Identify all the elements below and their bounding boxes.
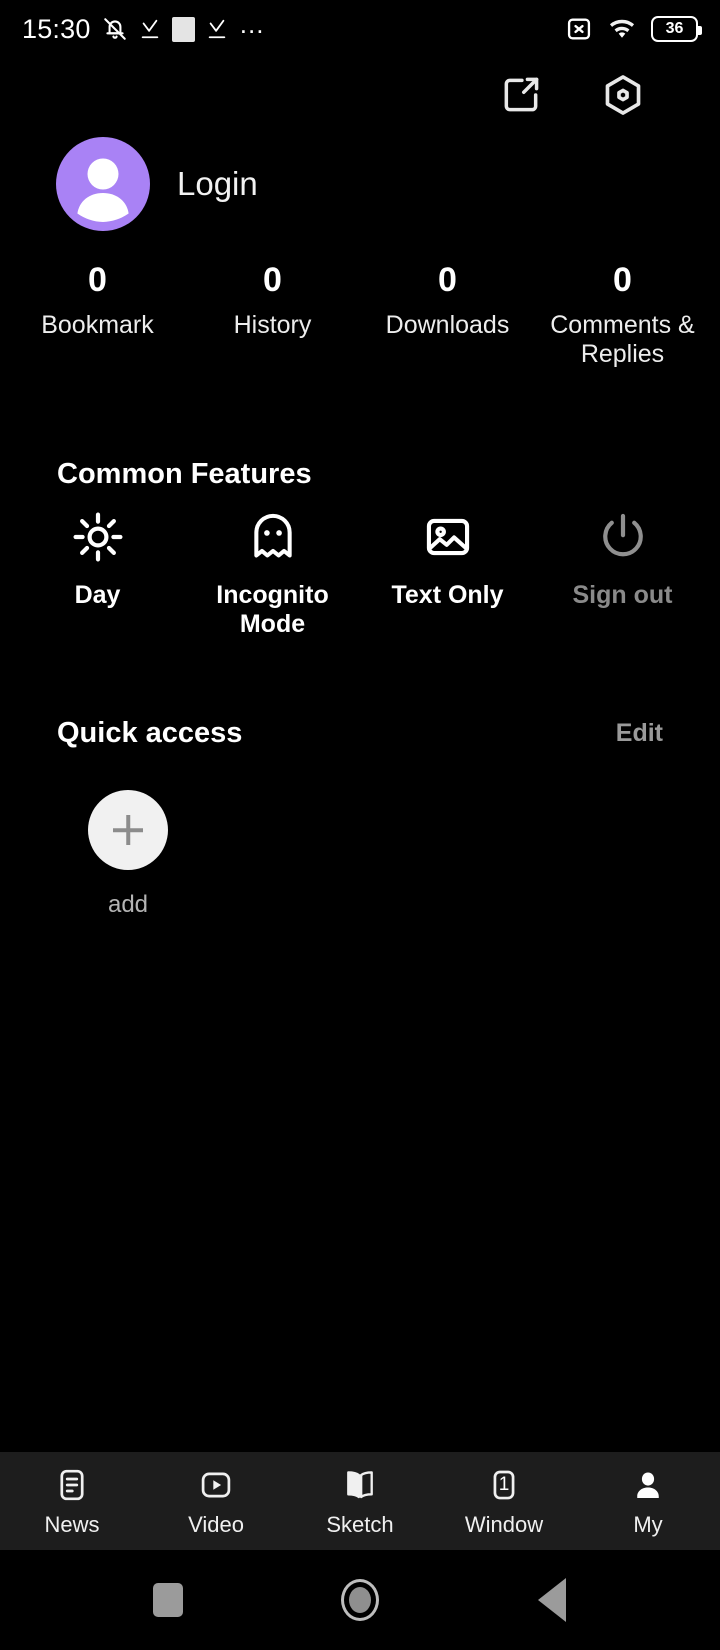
common-features-title: Common Features [57,458,312,490]
avatar[interactable] [56,137,150,231]
stat-item-comments-replies[interactable]: 0 Comments & Replies [535,262,710,369]
browser-profile-screen: 15:30 … 36 Login 0 Bookmark 0 History 0 … [0,0,720,1650]
feature-label: Text Only [391,581,504,609]
login-label[interactable]: Login [177,165,258,203]
quick-access-grid: add [57,790,663,919]
person-filled-icon [631,1465,665,1505]
stat-label: History [233,310,312,339]
battery-icon: 36 [651,16,702,42]
plus-icon [113,815,143,845]
recents-square-icon[interactable] [132,1570,204,1630]
stat-count: 0 [438,261,457,299]
download-check-icon [139,18,161,40]
person-icon [77,158,129,222]
nav-item-my[interactable]: My [576,1465,720,1538]
open-book-icon [341,1465,379,1505]
feature-label: Sign out [572,581,673,609]
nav-label: Video [188,1511,244,1537]
wifi-icon [607,16,637,42]
news-document-icon [54,1465,90,1505]
nav-item-window[interactable]: 1 Window [432,1465,576,1538]
stat-label: Bookmark [41,310,154,339]
common-features-row: Day Incognito Mode Text Only Sign out [0,505,720,638]
bell-muted-icon [102,16,128,42]
nav-item-news[interactable]: News [0,1465,144,1538]
image-icon [422,505,474,569]
stat-item-downloads[interactable]: 0 Downloads [360,262,535,369]
stat-count: 0 [263,261,282,299]
nav-item-video[interactable]: Video [144,1465,288,1538]
status-bar: 15:30 … 36 [0,0,720,58]
stat-label: Comments & Replies [550,310,695,368]
back-triangle-icon[interactable] [516,1570,588,1630]
status-bar-clock: 15:30 [22,13,91,44]
top-action-bar [0,60,720,130]
stat-label: Downloads [385,310,510,339]
feature-item-text-only[interactable]: Text Only [360,505,535,638]
account-row[interactable]: Login [56,137,258,231]
window-count-icon: 1 [487,1465,521,1505]
feature-item-day[interactable]: Day [10,505,185,638]
download-check-icon [206,18,228,40]
add-button[interactable] [88,790,168,870]
white-square-icon [171,16,195,42]
bottom-navigation-bar: News Video Sketch 1 Window My [0,1452,720,1550]
overflow-dots-icon: … [238,9,267,39]
video-play-icon [198,1465,234,1505]
sun-icon [70,505,126,569]
window-count-badge: 1 [498,1473,510,1495]
home-circle-icon[interactable] [324,1570,396,1630]
quick-access-item-label: add [107,891,149,918]
quick-access-title: Quick access [57,717,243,749]
feature-label: Day [74,581,121,609]
quick-access-edit-button[interactable]: Edit [616,719,663,748]
battery-level: 36 [665,20,684,37]
settings-hexagon-icon[interactable] [598,70,648,120]
nav-label: Sketch [326,1511,394,1537]
nav-label: News [44,1511,100,1537]
share-icon[interactable] [496,70,546,120]
power-icon [595,505,651,569]
quick-access-header: Quick access Edit [57,717,663,750]
stats-row: 0 Bookmark 0 History 0 Downloads 0 Comme… [0,262,720,369]
feature-item-sign-out[interactable]: Sign out [535,505,710,638]
feature-item-incognito-mode[interactable]: Incognito Mode [185,505,360,638]
stat-count: 0 [88,261,107,299]
sim-disabled-icon [565,15,593,43]
status-bar-left: 15:30 … [22,9,267,45]
nav-label: My [633,1511,663,1537]
ghost-icon [246,505,300,569]
feature-label: Incognito Mode [216,581,329,638]
nav-label: Window [464,1511,544,1537]
stat-item-history[interactable]: 0 History [185,262,360,369]
stat-count: 0 [613,261,632,299]
quick-access-add-item[interactable]: add [57,790,199,919]
status-bar-right: 36 [565,15,702,43]
stat-item-bookmark[interactable]: 0 Bookmark [10,262,185,369]
nav-item-sketch[interactable]: Sketch [288,1465,432,1538]
android-system-navigation [0,1550,720,1650]
